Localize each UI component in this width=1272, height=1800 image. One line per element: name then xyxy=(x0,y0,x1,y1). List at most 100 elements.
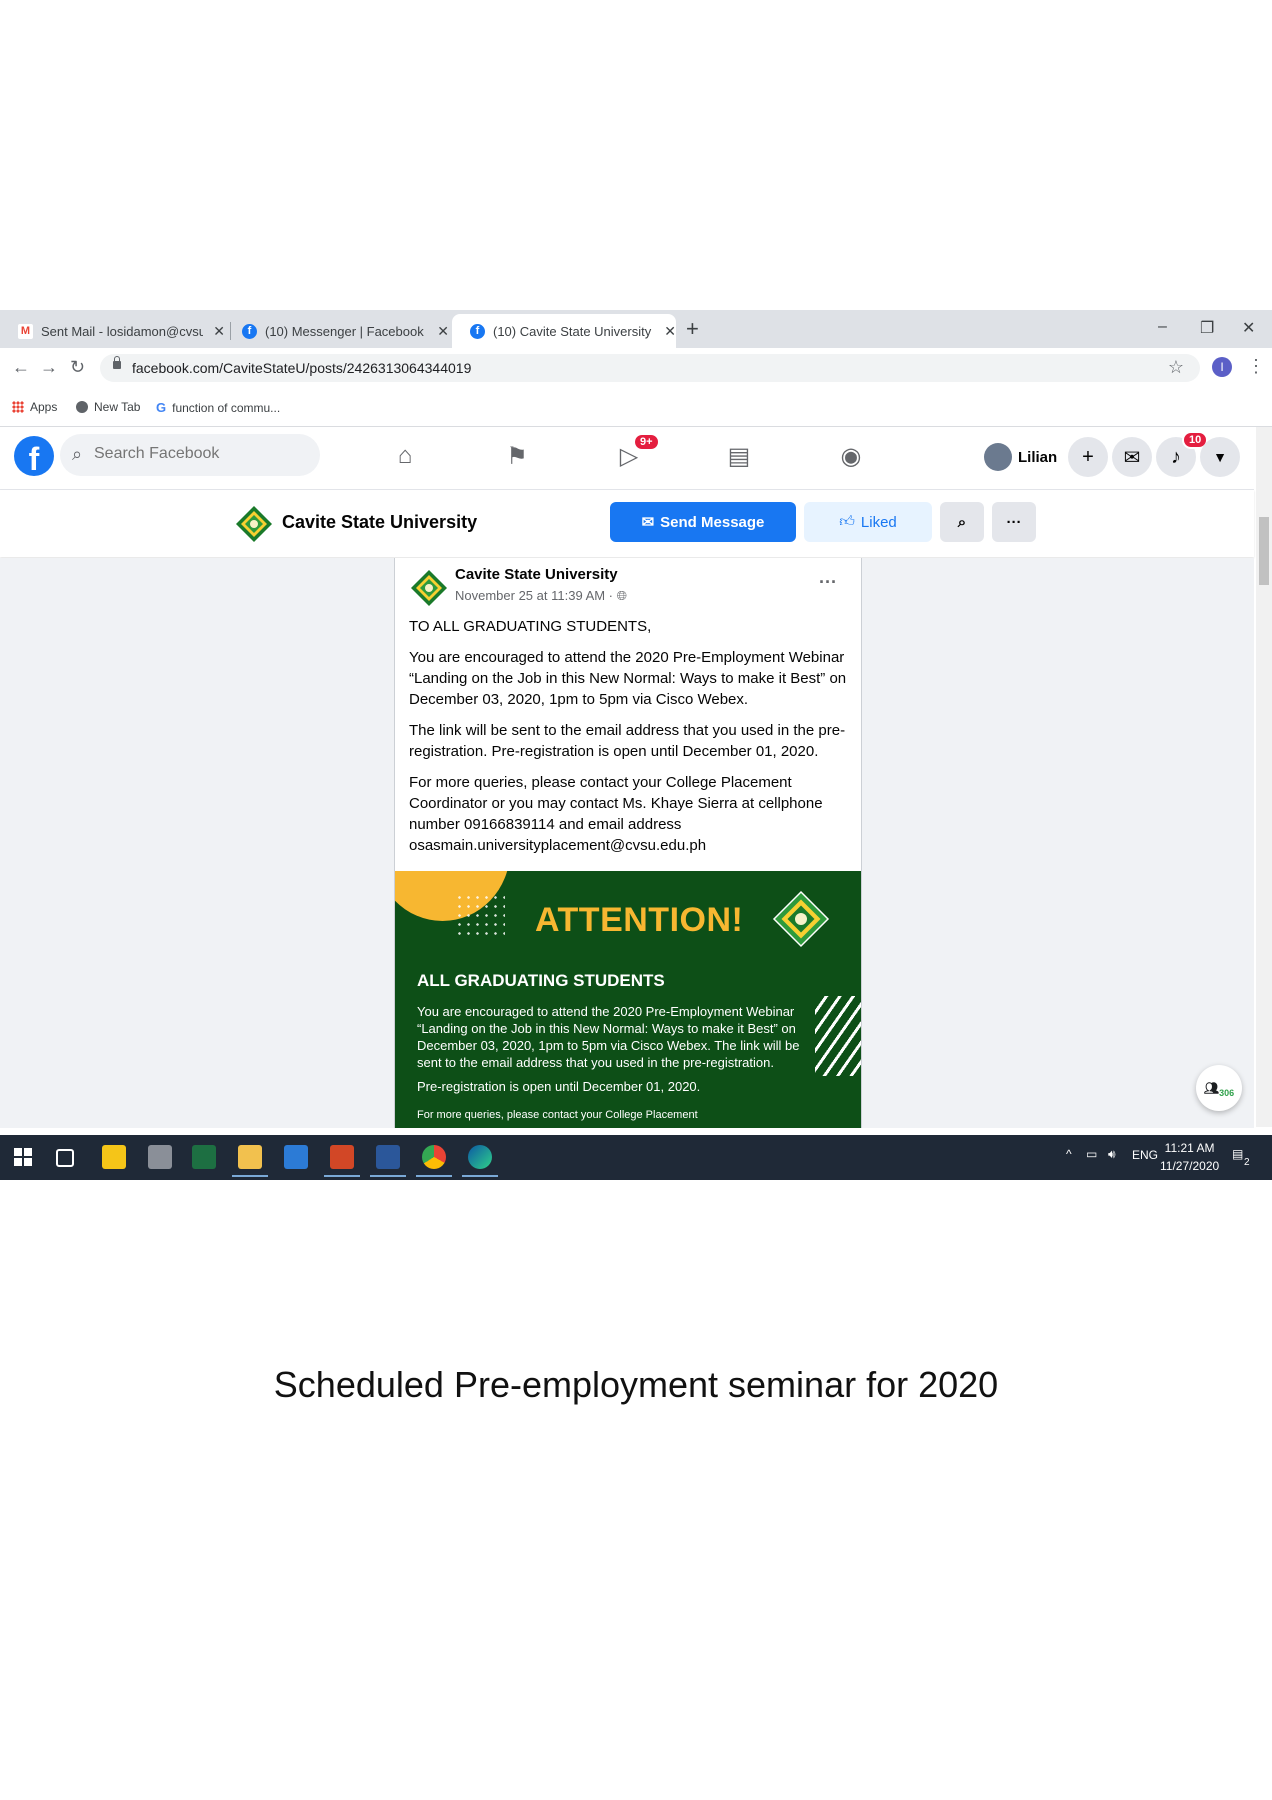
cvsu-logo-icon xyxy=(236,506,272,542)
edge-icon[interactable] xyxy=(468,1145,492,1169)
liked-label: Liked xyxy=(860,513,897,531)
sticky-notes-icon[interactable] xyxy=(102,1145,126,1169)
calculator-icon[interactable] xyxy=(148,1145,172,1169)
more-dots-icon: ··· xyxy=(1006,513,1022,531)
liked-button[interactable]: 👍︎ Liked xyxy=(804,502,932,542)
bookmarks-bar: Apps New Tab G function of commu... xyxy=(0,388,1272,427)
forward-icon[interactable]: → xyxy=(40,357,58,378)
bookmark-label: function of commu... xyxy=(172,400,281,415)
contacts-count: 306 xyxy=(1219,1088,1235,1098)
tab-strip: M Sent Mail - losidamon@cvsu.edu ✕ f (10… xyxy=(0,310,1272,348)
home-icon[interactable]: ⌂ xyxy=(390,441,420,471)
post-timestamp[interactable]: November 25 at 11:39 AM · 🌐︎ xyxy=(455,588,627,604)
active-app-indicator xyxy=(370,1175,406,1177)
back-icon[interactable]: ← xyxy=(12,357,30,378)
restore-icon[interactable]: ❐ xyxy=(1200,318,1214,338)
bookmark-label: Apps xyxy=(30,400,58,414)
facebook-logo-icon[interactable]: f xyxy=(14,436,54,476)
profile-avatar[interactable]: I xyxy=(1212,357,1232,377)
page-name[interactable]: Cavite State University xyxy=(282,512,477,533)
messenger-icon[interactable]: ✉ xyxy=(1112,437,1152,477)
action-center-icon[interactable]: ▤ xyxy=(1232,1147,1243,1161)
active-app-indicator xyxy=(462,1175,498,1177)
active-app-indicator xyxy=(232,1175,268,1177)
search-input[interactable] xyxy=(92,444,306,464)
slide-caption: Scheduled Pre-employment seminar for 202… xyxy=(273,1364,999,1405)
groups-icon[interactable]: ◉ xyxy=(836,441,866,471)
cvsu-seal-icon xyxy=(772,890,830,948)
post-text: TO ALL GRADUATING STUDENTS, You are enco… xyxy=(409,616,849,866)
bookmark-new-tab[interactable]: New Tab xyxy=(76,400,140,414)
more-menu-icon[interactable]: ⋮ xyxy=(1247,356,1265,377)
bookmark-apps[interactable]: Apps xyxy=(12,400,57,414)
chrome-icon[interactable] xyxy=(422,1145,446,1169)
post-image-banner[interactable]: ATTENTION! ALL GRADUATING STUDENTS You a… xyxy=(395,871,861,1128)
minimize-icon[interactable]: – xyxy=(1158,318,1167,336)
thumbs-up-icon: 👍︎ xyxy=(839,513,855,530)
user-name: Lilian xyxy=(1018,448,1058,466)
banner-footer: For more queries, please contact your Co… xyxy=(417,1109,698,1121)
tab-messenger[interactable]: f (10) Messenger | Facebook ✕ xyxy=(224,314,449,348)
tab-cavite-post[interactable]: f (10) Cavite State University - Post ✕ xyxy=(452,314,676,348)
task-view-icon[interactable] xyxy=(56,1149,74,1167)
search-icon: ⌕ xyxy=(957,513,967,531)
tab-title: (10) Cavite State University - Post xyxy=(493,323,654,339)
apps-grid-icon xyxy=(12,401,24,413)
banner-heading: ALL GRADUATING STUDENTS xyxy=(417,971,665,990)
new-tab-button[interactable]: + xyxy=(686,316,699,342)
notification-count: 2 xyxy=(1244,1157,1250,1168)
post-time-text: November 25 at 11:39 AM · xyxy=(455,588,614,603)
address-row: ← → ↻ facebook.com/CaviteStateU/posts/24… xyxy=(0,348,1272,388)
windows-start-icon[interactable] xyxy=(14,1148,32,1166)
banner-body: You are encouraged to attend the 2020 Pr… xyxy=(417,1004,800,1070)
window-close-icon[interactable]: ✕ xyxy=(1242,318,1255,338)
contacts-floating-button[interactable]: 👥︎ 306 xyxy=(1196,1065,1242,1111)
post-paragraph: The link will be sent to the email addre… xyxy=(409,722,846,760)
reload-icon[interactable]: ↻ xyxy=(70,357,85,378)
file-explorer-icon[interactable] xyxy=(238,1145,262,1169)
send-message-button[interactable]: ✉ Send Message xyxy=(610,502,796,542)
language-indicator[interactable]: ENG xyxy=(1132,1148,1158,1162)
search-box[interactable]: ⌕ xyxy=(60,434,320,476)
globe-icon: 🌐︎ xyxy=(616,588,628,603)
account-menu-icon[interactable]: ▼ xyxy=(1200,437,1240,477)
post-paragraph: You are encouraged to attend the 2020 Pr… xyxy=(409,649,847,708)
active-app-indicator xyxy=(324,1175,360,1177)
page-scrollbar[interactable] xyxy=(1256,427,1272,1127)
post-paragraph: For more queries, please contact your Co… xyxy=(409,774,823,854)
url-text: facebook.com/CaviteStateU/posts/24263130… xyxy=(132,360,472,376)
word-icon[interactable] xyxy=(376,1145,400,1169)
tab-title: Sent Mail - losidamon@cvsu.edu xyxy=(41,323,204,339)
tab-gmail[interactable]: M Sent Mail - losidamon@cvsu.edu ✕ xyxy=(0,314,225,348)
messenger-icon: ✉ xyxy=(641,514,655,531)
taskbar-clock[interactable]: 11:21 AM 11/27/2020 xyxy=(1160,1139,1219,1175)
cvsu-avatar-icon[interactable] xyxy=(409,568,449,608)
pages-flag-icon[interactable]: ⚑ xyxy=(502,441,532,471)
google-icon: G xyxy=(156,400,167,415)
page-search-button[interactable]: ⌕ xyxy=(940,502,984,542)
create-button[interactable]: + xyxy=(1068,437,1108,477)
page-more-button[interactable]: ··· xyxy=(992,502,1036,542)
close-icon[interactable]: ✕ xyxy=(437,323,449,340)
watch-badge: 9+ xyxy=(633,433,660,451)
marketplace-icon[interactable]: ▤ xyxy=(724,441,754,471)
search-icon: ⌕ xyxy=(72,444,83,464)
scrollbar-thumb[interactable] xyxy=(1259,517,1269,585)
excel-icon[interactable] xyxy=(192,1145,216,1169)
windows-taskbar: ^ ▭ 🔊︎ ENG 11:21 AM 11/27/2020 ▤ 2 xyxy=(0,1135,1272,1180)
screenshot: M Sent Mail - losidamon@cvsu.edu ✕ f (10… xyxy=(0,310,1272,1180)
bookmark-function[interactable]: G function of commu... xyxy=(156,400,280,415)
tray-chevron-icon[interactable]: ^ xyxy=(1066,1147,1072,1161)
post-author[interactable]: Cavite State University xyxy=(455,566,618,583)
bookmark-star-icon[interactable]: ☆ xyxy=(1168,357,1184,378)
address-bar[interactable]: facebook.com/CaviteStateU/posts/24263130… xyxy=(100,354,1200,382)
active-app-indicator xyxy=(416,1175,452,1177)
volume-icon[interactable]: 🔊︎ xyxy=(1108,1147,1116,1162)
close-icon[interactable]: ✕ xyxy=(664,323,676,340)
photos-icon[interactable] xyxy=(284,1145,308,1169)
network-icon[interactable]: ▭ xyxy=(1086,1147,1097,1161)
globe-icon xyxy=(76,401,88,413)
powerpoint-icon[interactable] xyxy=(330,1145,354,1169)
post-options-icon[interactable]: ··· xyxy=(819,572,837,593)
user-profile-chip[interactable]: Lilian xyxy=(984,439,1057,475)
